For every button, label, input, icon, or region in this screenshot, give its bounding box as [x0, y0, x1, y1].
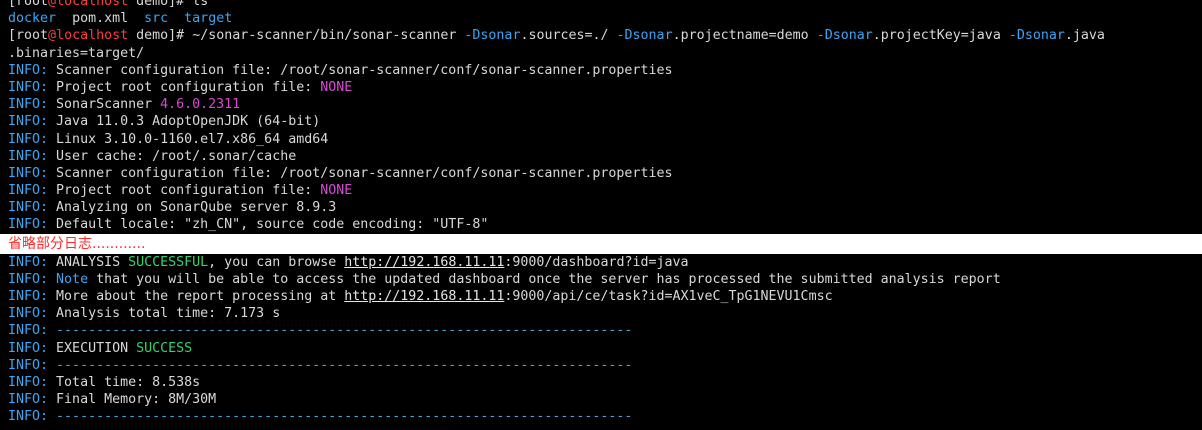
ls-item: pom.xml	[72, 11, 129, 27]
ls-item: target	[184, 11, 233, 27]
report-link[interactable]: http://192.168.11.11	[344, 289, 504, 304]
log-line: INFO: SonarScanner 4.6.0.2311	[8, 97, 241, 113]
log-line: INFO: Scanner configuration file: /root/…	[8, 62, 673, 78]
ls-output: docker pom.xml src target	[0, 10, 1202, 27]
log-line: INFO: EXECUTION SUCCESS	[8, 340, 193, 356]
ls-item: src	[144, 11, 169, 27]
log-line: INFO: Note that you will be able to acce…	[8, 271, 1001, 287]
terminal-window[interactable]: [root@localhost demo]# ls docker pom.xml…	[0, 0, 1202, 425]
ls-item: docker	[8, 11, 57, 27]
log-line: INFO: Analysis total time: 7.173 s	[8, 306, 281, 322]
log-line: INFO: Linux 3.10.0-1160.el7.x86_64 amd64	[8, 131, 329, 147]
log-line: INFO: Project root configuration file: N…	[8, 79, 353, 95]
separator-line: INFO: ----------------------------------…	[8, 409, 633, 425]
log-line: INFO: Java 11.0.3 AdoptOpenJDK (64-bit)	[8, 114, 321, 130]
log-line: INFO: Project root configuration file: N…	[8, 183, 353, 199]
prompt-line-wrap: .binaries=target/	[8, 45, 145, 61]
log-line: INFO: Default locale: "zh_CN", source co…	[8, 217, 489, 233]
dashboard-link[interactable]: http://192.168.11.11	[344, 255, 504, 270]
log-line: INFO: ANALYSIS SUCCESSFUL, you can brows…	[8, 254, 689, 270]
log-line: INFO: Analyzing on SonarQube server 8.9.…	[8, 200, 337, 216]
separator-line: INFO: ----------------------------------…	[8, 323, 633, 339]
prompt-line-ls: [root@localhost demo]# ls	[8, 0, 209, 9]
log-line: INFO: Scanner configuration file: /root/…	[8, 165, 673, 181]
prompt-line-scanner: [root@localhost demo]# ~/sonar-scanner/b…	[8, 28, 1105, 44]
log-line: INFO: More about the report processing a…	[8, 289, 833, 304]
separator-line: INFO: ----------------------------------…	[8, 357, 633, 373]
log-line: INFO: Final Memory: 8M/30M	[8, 392, 217, 408]
omitted-log-note: 省略部分日志............	[0, 233, 1202, 254]
log-line: INFO: Total time: 8.538s	[8, 374, 201, 390]
log-line: INFO: User cache: /root/.sonar/cache	[8, 148, 297, 164]
